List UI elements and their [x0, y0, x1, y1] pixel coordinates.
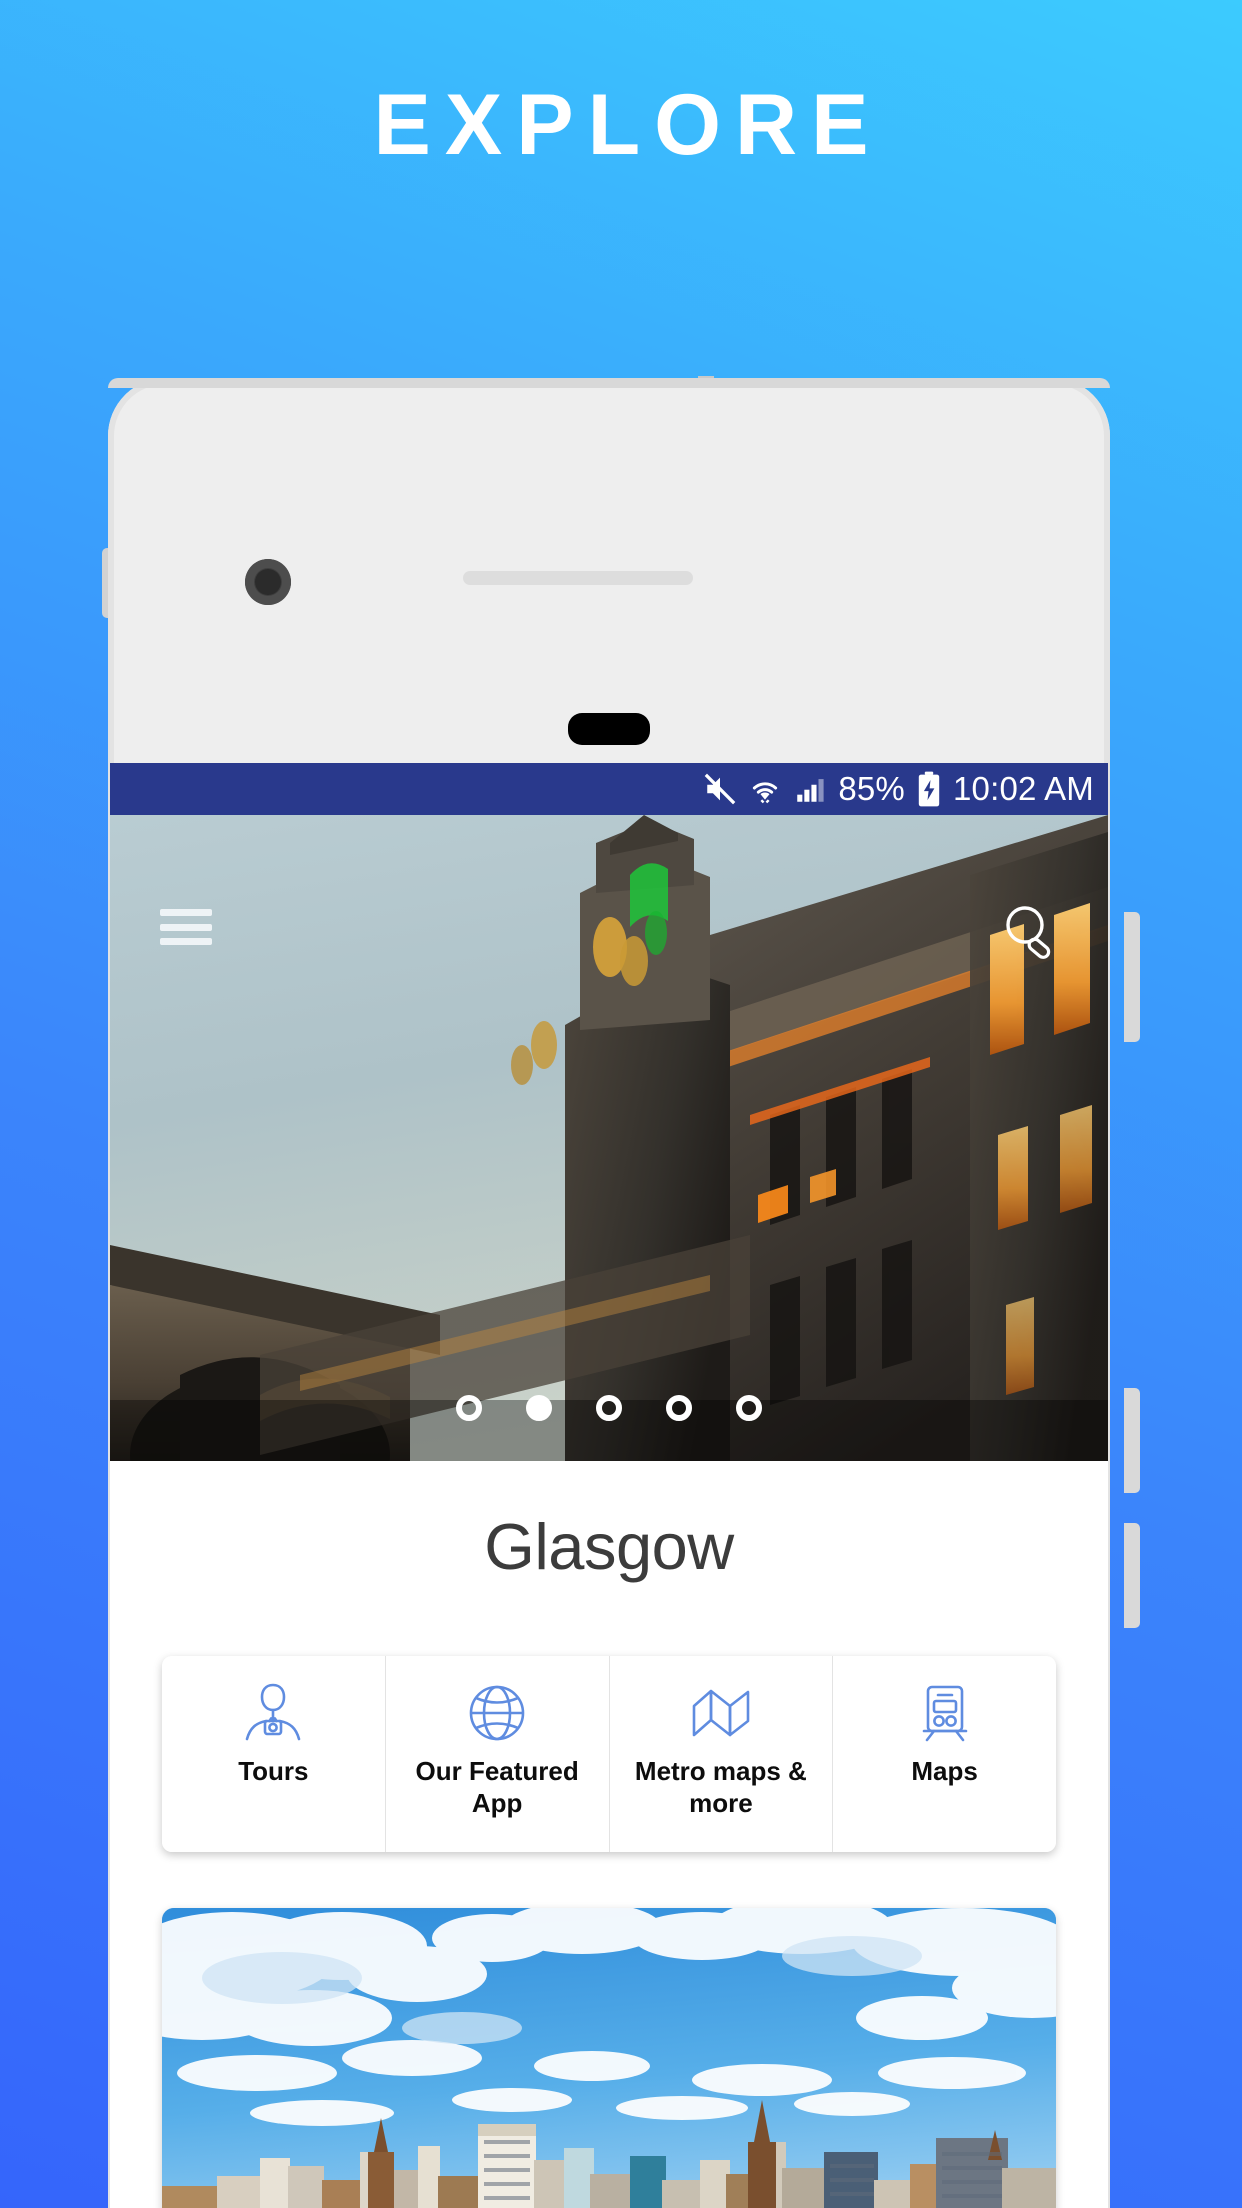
- phone-body: 85% 10:02 AM Glasgow Tours Our Featured …: [108, 378, 1110, 2208]
- phone-screen: 85% 10:02 AM Glasgow Tours Our Featured …: [110, 763, 1108, 2208]
- hero-image-city-chambers: [110, 815, 1108, 1461]
- carousel-dot-1[interactable]: [456, 1395, 482, 1421]
- volume-down-button[interactable]: [1124, 1523, 1140, 1628]
- status-bar: 85% 10:02 AM: [110, 763, 1108, 815]
- sensor-pill: [568, 713, 650, 745]
- globe-icon: [466, 1676, 528, 1750]
- carousel-dot-2[interactable]: [526, 1395, 552, 1421]
- featured-photo-card[interactable]: [162, 1908, 1056, 2208]
- battery-percent-label: 85%: [838, 770, 905, 807]
- tile-label-maps: Maps: [911, 1756, 978, 1786]
- promo-headline: EXPLORE: [373, 77, 883, 173]
- battery-charging-icon: [916, 771, 942, 807]
- tile-tours[interactable]: Tours: [162, 1656, 386, 1852]
- tile-our-featured-app[interactable]: Our Featured App: [385, 1656, 610, 1852]
- train-metro-icon: [914, 1676, 976, 1750]
- tile-maps[interactable]: Maps: [833, 1656, 1056, 1852]
- tile-label-metro-maps: Metro maps & more: [634, 1756, 807, 1818]
- tile-metro-maps[interactable]: Metro maps & more: [609, 1656, 834, 1852]
- tile-label-tours: Tours: [238, 1756, 309, 1786]
- mute-icon: [703, 772, 737, 806]
- folded-map-icon: [689, 1676, 753, 1750]
- hamburger-menu-icon[interactable]: [160, 909, 212, 945]
- tile-label-our-featured-app: Our Featured App: [415, 1756, 579, 1818]
- search-icon[interactable]: [998, 899, 1062, 963]
- earpiece-speaker: [463, 571, 693, 585]
- carousel-dot-5[interactable]: [736, 1395, 762, 1421]
- tourist-person-camera-icon: [242, 1676, 304, 1750]
- hamburger-bar-2: [160, 923, 212, 931]
- carousel-dot-3[interactable]: [596, 1395, 622, 1421]
- clock-label: 10:02 AM: [952, 770, 1094, 807]
- content-area: Glasgow Tours Our Featured App Metro map…: [110, 1461, 1108, 2208]
- hamburger-bar-3: [160, 938, 212, 945]
- glasgow-skyline-photo: [162, 1908, 1056, 2208]
- phone-mockup: 85% 10:02 AM Glasgow Tours Our Featured …: [102, 376, 1140, 2208]
- page-title: Glasgow: [484, 1510, 734, 1583]
- carousel-dots[interactable]: [110, 1395, 1108, 1421]
- hero-carousel[interactable]: [110, 815, 1108, 1461]
- carousel-dot-4[interactable]: [666, 1395, 692, 1421]
- power-button[interactable]: [1124, 912, 1140, 1042]
- phone-top-bezel: [108, 378, 1110, 388]
- hamburger-bar-1: [160, 909, 212, 916]
- wifi-icon: [748, 772, 782, 806]
- front-camera-lens: [255, 569, 281, 595]
- volume-up-button[interactable]: [1124, 1388, 1140, 1493]
- signal-bars-icon: [793, 772, 827, 806]
- front-camera-icon: [245, 559, 291, 605]
- category-tiles: Tours Our Featured App Metro maps & more…: [162, 1656, 1056, 1852]
